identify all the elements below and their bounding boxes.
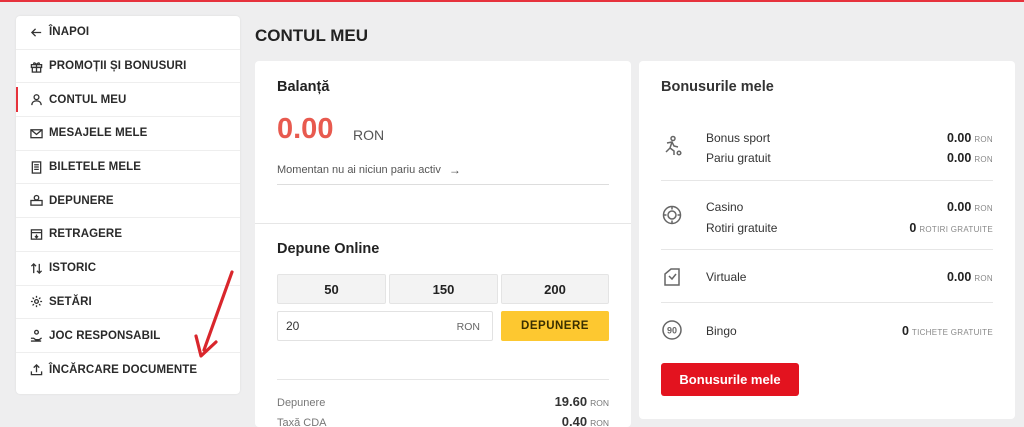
summary-label: Taxă CDA [277, 417, 327, 427]
amount-preset-200[interactable]: 200 [501, 274, 609, 304]
sidebar-item-tickets[interactable]: BILETELE MELE [16, 151, 240, 185]
bonus-group-sport: Bonus sport 0.00 RON Pariu gratuit 0.00 RO… [661, 119, 993, 181]
balance-currency: RON [353, 127, 385, 143]
bonus-row: Pariu gratuit 0.00 RON [706, 151, 993, 165]
bonus-value: 0.00 RON [946, 151, 993, 165]
bonus-row: Virtuale 0.00 RON [706, 270, 993, 284]
bonus-label: Virtuale [706, 270, 747, 284]
red-arrow-annotation [194, 270, 234, 358]
sidebar-item-label: MESAJELE MELE [49, 127, 148, 140]
sidebar-item-label: PROMOȚII ȘI BONUSURI [49, 60, 187, 73]
ticket-icon [30, 160, 43, 174]
bonus-value: 0.00 RON [946, 131, 993, 145]
summary-value: 19.60 RON [554, 394, 609, 409]
deposit-amount-input[interactable] [286, 319, 436, 333]
sidebar-item-label: DEPUNERE [49, 194, 114, 207]
mail-icon [30, 127, 43, 140]
gift-icon [30, 60, 43, 73]
sidebar-item-deposit[interactable]: DEPUNERE [16, 184, 240, 219]
bonus-value: 0 ROTIRI GRATUITE [909, 221, 993, 235]
casino-chip-icon [661, 204, 683, 226]
sort-arrows-icon [30, 262, 43, 275]
bonus-value: 0.00 RON [946, 270, 993, 284]
deposit-title: Depune Online [277, 241, 380, 257]
amount-preset-150[interactable]: 150 [389, 274, 498, 304]
summary-row-deposit: Depunere 19.60 RON [277, 394, 609, 409]
my-bonuses-card: Bonusurile mele Bonus sport 0.00 RON Pari… [639, 61, 1015, 419]
bonus-value: 0.00 RON [946, 200, 993, 214]
cash-icon [30, 194, 43, 207]
deposit-button[interactable]: DEPUNERE [501, 311, 609, 341]
amount-preset-50[interactable]: 50 [277, 274, 386, 304]
bonus-row: Casino 0.00 RON [706, 200, 993, 214]
page-title: CONTUL MEU [255, 26, 369, 45]
bonus-label: Pariu gratuit [706, 151, 771, 165]
user-icon [30, 93, 43, 106]
summary-row-tax: Taxă CDA 0.40 RON [277, 414, 609, 427]
summary-value: 0.40 RON [561, 414, 609, 427]
balance-title: Balanță [277, 79, 330, 95]
bonus-row: Rotiri gratuite 0 ROTIRI GRATUITE [706, 221, 993, 235]
sidebar-item-label: ISTORIC [49, 262, 97, 275]
active-bets-link[interactable]: Momentan nu ai niciun pariu activ → [277, 163, 609, 185]
bonus-label: Casino [706, 200, 744, 214]
sidebar-item-messages[interactable]: MESAJELE MELE [16, 117, 240, 151]
upload-icon [30, 363, 43, 376]
bingo-90-icon: 90 [661, 319, 683, 341]
sidebar-item-my-account[interactable]: CONTUL MEU [16, 83, 240, 118]
bonus-group-casino: Casino 0.00 RON Rotiri gratuite 0 ROTIRI G… [661, 181, 993, 250]
sidebar-item-label: ÎNCĂRCARE DOCUMENTE [49, 363, 198, 376]
arrow-right-icon: → [448, 163, 461, 177]
deposit-amount-field[interactable]: RON [277, 311, 493, 341]
arrow-left-icon [30, 26, 43, 39]
gear-icon [30, 295, 43, 308]
bonus-group-virtual: Virtuale 0.00 RON [661, 250, 993, 303]
bonuses-title: Bonusurile mele [661, 79, 774, 95]
balance-deposit-card: Balanță 0.00 RON Momentan nu ai niciun p… [255, 61, 631, 427]
bonus-row: Bonus sport 0.00 RON [706, 131, 993, 145]
bonus-label: Rotiri gratuite [706, 221, 778, 235]
sidebar-item-label: JOC RESPONSABIL [49, 329, 161, 342]
svg-text:90: 90 [667, 326, 677, 336]
sidebar-item-label: ÎNAPOI [49, 26, 90, 39]
bonus-label: Bingo [706, 324, 737, 338]
summary-label: Depunere [277, 397, 326, 409]
divider [255, 223, 631, 224]
bonus-row: Bingo 0 TICHETE GRATUITE [706, 324, 993, 338]
hand-icon [30, 329, 43, 342]
top-accent-line [0, 0, 1024, 2]
bonus-value: 0 TICHETE GRATUITE [901, 324, 993, 338]
sidebar-item-label: RETRAGERE [49, 228, 123, 241]
sidebar-item-withdraw[interactable]: RETRAGERE [16, 218, 240, 252]
sidebar-item-promotions[interactable]: PROMOȚII ȘI BONUSURI [16, 50, 240, 84]
balance-amount: 0.00 [277, 113, 334, 145]
active-bets-message: Momentan nu ai niciun pariu activ [277, 164, 441, 176]
sidebar-item-label: BILETELE MELE [49, 161, 142, 174]
virtual-icon [661, 266, 683, 288]
divider [277, 379, 609, 380]
sidebar-item-label: CONTUL MEU [49, 93, 127, 106]
bonus-label: Bonus sport [706, 131, 771, 145]
sidebar-item-back[interactable]: ÎNAPOI [16, 16, 240, 50]
my-bonuses-button[interactable]: Bonusurile mele [661, 363, 799, 396]
sport-runner-icon [661, 135, 683, 157]
withdraw-icon [30, 228, 43, 241]
input-currency: RON [456, 321, 480, 333]
bonus-group-bingo: 90 Bingo 0 TICHETE GRATUITE [661, 303, 993, 353]
sidebar-item-label: SETĂRI [49, 295, 92, 308]
